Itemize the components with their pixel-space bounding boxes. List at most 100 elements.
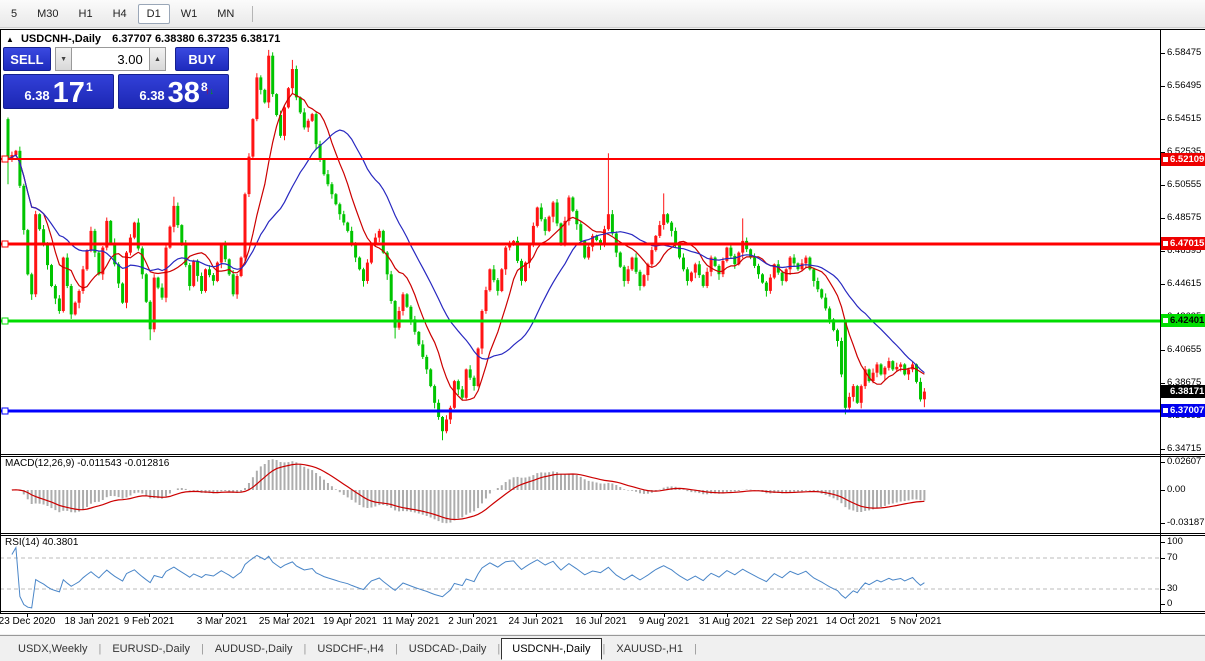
panel-separator[interactable] — [0, 454, 1205, 455]
candle-body — [579, 224, 582, 241]
chart-tab-eurusd-daily[interactable]: EURUSD-,Daily — [102, 639, 200, 659]
candle-body — [141, 248, 144, 274]
candle-body — [38, 214, 41, 229]
date-axis-label[interactable]: 3 Mar 2021 — [197, 616, 248, 627]
candle-body — [887, 361, 890, 368]
line-handle[interactable] — [2, 318, 8, 324]
panel-separator[interactable] — [0, 535, 1205, 536]
badge-anchor-square — [1163, 318, 1168, 323]
price-axis-label[interactable]: 6.50555 — [1167, 179, 1205, 190]
collapse-indicator-icon[interactable]: ▲ — [6, 35, 14, 44]
date-axis-label[interactable]: 11 May 2021 — [382, 616, 439, 627]
chart-tab-usdcnh-daily[interactable]: USDCNH-,Daily — [501, 638, 601, 660]
chart-tab-usdchf-h4[interactable]: USDCHF-,H4 — [307, 639, 394, 659]
price-axis-label[interactable]: 6.44615 — [1167, 278, 1205, 289]
candle-body — [623, 267, 626, 281]
candle-body — [678, 244, 681, 257]
candle-body — [485, 290, 488, 311]
candle-body — [852, 386, 855, 397]
candle-body — [804, 258, 807, 264]
date-axis-label[interactable]: 22 Sep 2021 — [762, 616, 819, 627]
date-axis-label[interactable]: 5 Nov 2021 — [890, 616, 941, 627]
candle-body — [860, 386, 863, 403]
date-axis-label[interactable]: 24 Jun 2021 — [508, 616, 563, 627]
volume-input[interactable]: 3.00 — [72, 47, 148, 71]
rsi-canvas[interactable] — [0, 536, 1161, 611]
candle-body — [192, 261, 195, 286]
candle-body — [220, 244, 223, 262]
timeframe-button-w1[interactable]: W1 — [172, 4, 207, 24]
sell-price-display[interactable]: 6.38 17 1 — [3, 74, 114, 109]
chart-tab-usdx-weekly[interactable]: USDX,Weekly — [8, 639, 97, 659]
tab-separator: | — [303, 643, 306, 655]
tab-separator: | — [694, 643, 697, 655]
chart-tab-xauusd-h1[interactable]: XAUUSD-,H1 — [606, 639, 693, 659]
volume-increase-button[interactable]: ▲ — [149, 47, 167, 71]
candle-body — [346, 223, 349, 231]
price-axis-label[interactable]: 6.58475 — [1167, 47, 1205, 58]
candle-body — [421, 344, 424, 357]
candle-body — [259, 77, 262, 90]
panel-separator[interactable] — [0, 611, 1205, 612]
candle-body — [670, 223, 673, 231]
price-axis-label[interactable]: 6.48575 — [1167, 212, 1205, 223]
date-axis-label[interactable]: 31 Aug 2021 — [699, 616, 755, 627]
date-axis-label[interactable]: 25 Mar 2021 — [259, 616, 315, 627]
candle-body — [729, 248, 732, 256]
timeframe-button-mn[interactable]: MN — [208, 4, 243, 24]
timeframe-button-h1[interactable]: H1 — [70, 4, 102, 24]
price-axis-tick — [1160, 284, 1165, 285]
ma-slow-line[interactable] — [8, 130, 924, 373]
candle-body — [93, 231, 96, 253]
candle-body — [682, 258, 685, 270]
macd-canvas[interactable] — [0, 457, 1161, 533]
line-handle[interactable] — [2, 408, 8, 414]
date-axis-label[interactable]: 23 Dec 2020 — [0, 616, 55, 627]
price-axis-label[interactable]: 6.40655 — [1167, 344, 1205, 355]
candle-body — [801, 263, 804, 269]
badge-anchor-square — [1163, 157, 1168, 162]
candle-body — [315, 114, 318, 144]
candle-body — [761, 274, 764, 282]
chart-tab-usdcad-daily[interactable]: USDCAD-,Daily — [399, 639, 497, 659]
date-axis-label[interactable]: 16 Jul 2021 — [575, 616, 627, 627]
panel-separator[interactable] — [0, 533, 1205, 534]
panel-separator[interactable] — [0, 456, 1205, 457]
price-axis-tick — [1160, 86, 1165, 87]
chart-tab-audusd-daily[interactable]: AUDUSD-,Daily — [205, 639, 303, 659]
date-axis-label[interactable]: 19 Apr 2021 — [323, 616, 377, 627]
buy-button[interactable]: BUY — [175, 47, 229, 71]
date-axis-label[interactable]: 9 Feb 2021 — [124, 616, 175, 627]
macd-axis-tick — [1160, 523, 1165, 524]
candle-body — [283, 107, 286, 135]
timeframe-button-5[interactable]: 5 — [2, 4, 26, 24]
tick-direction-arrows-icon: ↑↓ — [205, 86, 214, 96]
date-axis-label[interactable]: 14 Oct 2021 — [826, 616, 880, 627]
date-axis-label[interactable]: 18 Jan 2021 — [64, 616, 119, 627]
price-axis-label[interactable]: 6.34715 — [1167, 443, 1205, 454]
line-handle[interactable] — [2, 241, 8, 247]
volume-decrease-button[interactable]: ▼ — [55, 47, 73, 71]
price-axis-tick — [1160, 218, 1165, 219]
candle-body — [706, 272, 709, 286]
date-axis-label[interactable]: 2 Jun 2021 — [448, 616, 498, 627]
candle-body — [34, 214, 37, 294]
candle-body — [330, 184, 333, 194]
ma-fast-line[interactable] — [8, 94, 924, 401]
candle-body — [90, 231, 93, 250]
timeframe-button-m30[interactable]: M30 — [28, 4, 67, 24]
price-axis-label[interactable]: 6.54515 — [1167, 113, 1205, 124]
candle-body — [457, 381, 460, 389]
candle-body — [22, 186, 25, 230]
buy-price-prefix: 6.38 — [139, 88, 164, 103]
candle-body — [46, 244, 49, 265]
line-handle[interactable] — [2, 156, 8, 162]
timeframe-button-d1[interactable]: D1 — [138, 4, 170, 24]
sell-button[interactable]: SELL — [3, 47, 51, 71]
date-axis-label[interactable]: 9 Aug 2021 — [639, 616, 690, 627]
price-level-badge: 6.47015 — [1161, 237, 1205, 250]
candle-body — [97, 253, 100, 275]
timeframe-button-h4[interactable]: H4 — [104, 4, 136, 24]
price-axis-label[interactable]: 6.56495 — [1167, 80, 1205, 91]
candle-body — [338, 204, 341, 214]
